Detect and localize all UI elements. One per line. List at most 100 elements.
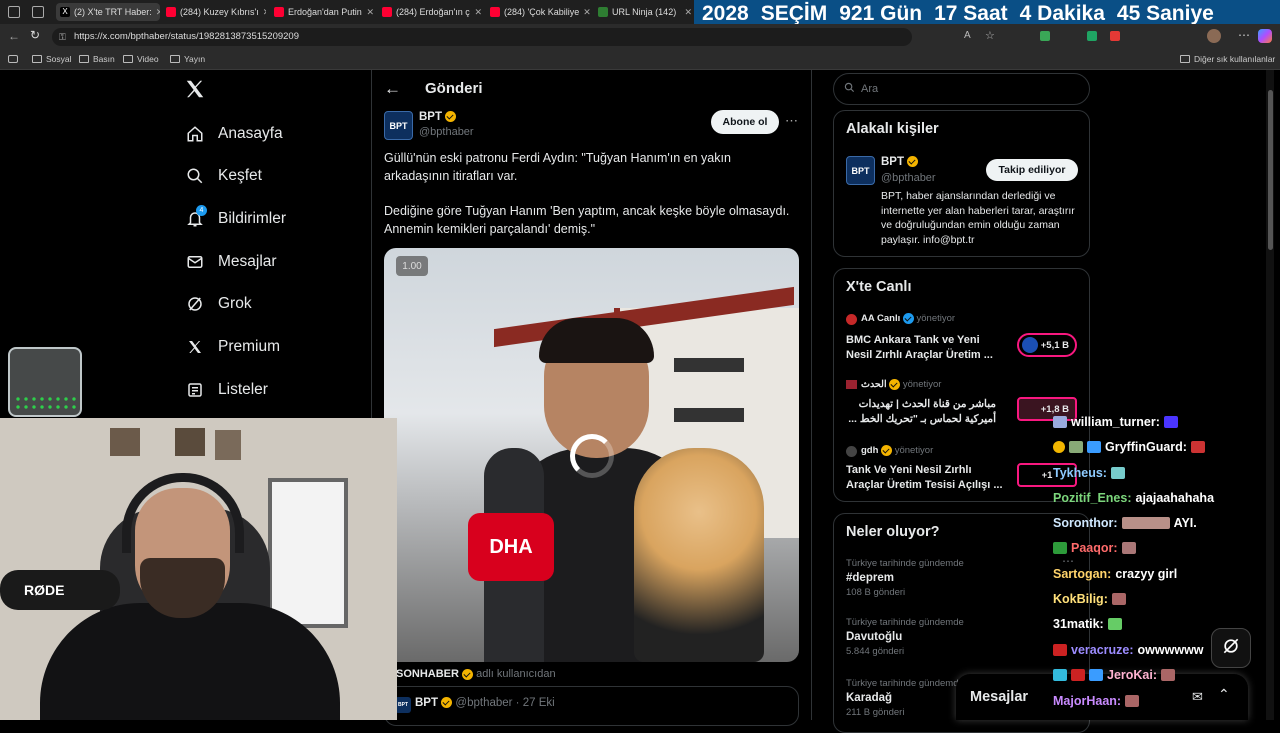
live-status: yönetiyor — [916, 313, 956, 325]
verified-badge-icon — [462, 668, 474, 680]
chat-text: AYI. — [1173, 516, 1197, 530]
close-icon[interactable]: ✕ — [474, 7, 482, 18]
close-icon[interactable]: ✕ — [263, 7, 266, 18]
speed-badge[interactable]: 1.00 — [396, 256, 428, 276]
folder-icon — [79, 55, 89, 63]
chat-message: MajorHaan: — [1053, 694, 1140, 708]
trend-item[interactable]: Türkiye tarihinde gündemde #deprem 108 B… — [846, 558, 1076, 606]
page-scrollbar[interactable] — [1266, 70, 1274, 720]
author-handle[interactable]: @bpthaber — [419, 126, 474, 138]
related-name[interactable]: BPT — [881, 156, 919, 168]
nav-item-explore[interactable]: Keşfet — [186, 161, 262, 191]
nav-item-grok[interactable]: Grok — [186, 289, 252, 319]
url-field[interactable]: ⚿ https://x.com/bpthaber/status/19828138… — [52, 28, 912, 46]
chat-message: Pozitif_Enes: ajajaahahaha — [1053, 491, 1214, 505]
live-on-x-card: X'te Canlı AA Canlı yönetiyor BMC Ankara… — [833, 268, 1090, 502]
chat-user: JeroKai: — [1107, 668, 1158, 682]
author-name[interactable]: BPT — [419, 111, 457, 123]
avatar[interactable]: BPT — [384, 111, 413, 140]
browser-tab[interactable]: (284) Erdoğan'ın ç ✕ — [382, 3, 482, 21]
back-arrow-icon[interactable]: ← — [8, 29, 20, 43]
close-icon[interactable]: ✕ — [156, 7, 160, 18]
close-icon[interactable]: ✕ — [684, 7, 692, 18]
webcam-overlay: RØDE — [0, 418, 397, 720]
repost-attribution[interactable]: SONHABER adlı kullanıcıdan — [396, 668, 556, 680]
live-item[interactable]: AA Canlı yönetiyor BMC Ankara Tank ve Ye… — [846, 313, 1086, 363]
verified-badge-icon — [907, 156, 919, 168]
video-player[interactable]: DHA 1.00 — [384, 248, 799, 662]
live-item[interactable]: gdh yönetiyor Tank Ve Yeni Nesil Zırhlı … — [846, 445, 1086, 495]
close-icon[interactable]: ✕ — [366, 7, 374, 18]
extension-icon[interactable] — [1087, 31, 1097, 41]
nav-item-notifications[interactable]: 4 Bildirimler — [186, 204, 286, 234]
scrollbar-thumb[interactable] — [1267, 90, 1273, 250]
author-name-text: BPT — [419, 111, 442, 123]
section-title: X'te Canlı — [846, 279, 912, 295]
trend-item[interactable]: Türkiye tarihinde gündemde Davutoğlu 5.8… — [846, 617, 1076, 665]
live-host: gdh — [861, 445, 879, 457]
browser-tab[interactable]: URL Ninja (142) ✕ — [598, 3, 692, 21]
emote-icon — [1190, 441, 1205, 453]
live-host-avatar — [846, 446, 857, 457]
live-count: +5,1 B — [1040, 339, 1069, 351]
back-arrow-icon[interactable]: ← — [384, 79, 401, 99]
bookmark-folder[interactable]: Basın — [79, 54, 115, 64]
bookmark-folder[interactable]: Yayın — [170, 54, 205, 64]
reload-icon[interactable]: ↻ — [30, 28, 40, 42]
emote-icon — [1163, 416, 1178, 428]
close-icon[interactable]: ✕ — [583, 7, 590, 18]
subscribe-button[interactable]: Abone ol — [711, 110, 779, 134]
nav-label: Bildirimler — [218, 210, 287, 227]
chat-user: veracruze: — [1071, 643, 1134, 657]
browser-menu-icon[interactable] — [8, 6, 20, 18]
nav-item-lists[interactable]: Listeler — [186, 375, 268, 405]
following-button[interactable]: Takip ediliyor — [986, 159, 1078, 181]
browser-tab[interactable]: (284) Kuzey Kıbrıs'ı ✕ — [166, 3, 266, 21]
jar-gems — [14, 395, 76, 411]
tab-label: (284) Erdoğan'ın ç — [396, 7, 470, 17]
x-logo-icon[interactable] — [184, 78, 208, 102]
more-menu-icon[interactable]: ⋯ — [1238, 28, 1250, 42]
verified-badge-icon — [445, 111, 457, 123]
emote-icon — [1111, 593, 1126, 605]
blonde-woman — [634, 448, 764, 662]
chat-user: Pozitif_Enes: — [1053, 491, 1132, 505]
tab-actions-icon[interactable] — [32, 6, 44, 18]
grok-floating-button[interactable] — [1211, 628, 1251, 668]
site-info-icon[interactable]: ⚿ — [59, 28, 66, 46]
trend-context: Türkiye tarihinde gündemde — [846, 617, 964, 628]
quoted-post[interactable]: BPT BPT @bpthaber · 27 Eki — [384, 686, 799, 726]
glass-jar-overlay — [8, 347, 82, 417]
chat-message: Tykheus: — [1053, 466, 1125, 480]
browser-tab[interactable]: (284) 'Çok Kabiliye ✕ — [490, 3, 590, 21]
nav-item-messages[interactable]: Mesajlar — [186, 247, 277, 277]
read-aloud-icon[interactable]: A — [964, 30, 971, 41]
tab-label: Erdoğan'dan Putin — [288, 7, 362, 17]
extension-icon[interactable] — [1040, 31, 1050, 41]
notification-badge: 4 — [196, 205, 207, 216]
list-icon — [186, 381, 204, 399]
search-input[interactable]: Ara — [833, 73, 1090, 105]
more-options-icon[interactable]: ⋯ — [1062, 554, 1074, 568]
nav-item-home[interactable]: Anasayfa — [186, 119, 283, 149]
browser-tab[interactable]: X (2) X'te TRT Haber: ✕ — [56, 3, 160, 21]
grok-icon — [1221, 636, 1241, 661]
grok-icon — [186, 295, 204, 313]
bookmark-folder[interactable]: Sosyal — [32, 54, 72, 64]
new-message-icon[interactable]: ✉ — [1192, 689, 1203, 705]
bookmark-folder[interactable]: Video — [123, 54, 159, 64]
live-item[interactable]: الحدث yönetiyor مباشر من قناة الحدث | ته… — [846, 379, 1086, 429]
avatar[interactable]: BPT — [846, 156, 875, 185]
extension-icon[interactable] — [1110, 31, 1120, 41]
more-options-icon[interactable]: ⋯ — [785, 113, 798, 129]
chat-message: Paaqor: — [1053, 541, 1136, 555]
nav-item-premium[interactable]: Premium — [186, 332, 280, 362]
related-handle[interactable]: @bpthaber — [881, 172, 936, 184]
avatar[interactable] — [1207, 29, 1221, 43]
browser-tab[interactable]: Erdoğan'dan Putin ✕ — [274, 3, 374, 21]
favorite-star-icon[interactable]: ☆ — [985, 29, 995, 42]
other-bookmarks[interactable]: Diğer sık kullanılanlar — [1180, 54, 1275, 64]
copilot-icon[interactable] — [1258, 29, 1272, 43]
expand-chevron-icon[interactable]: ⌃ — [1218, 686, 1230, 703]
bookmark-menu-icon[interactable] — [8, 55, 18, 63]
